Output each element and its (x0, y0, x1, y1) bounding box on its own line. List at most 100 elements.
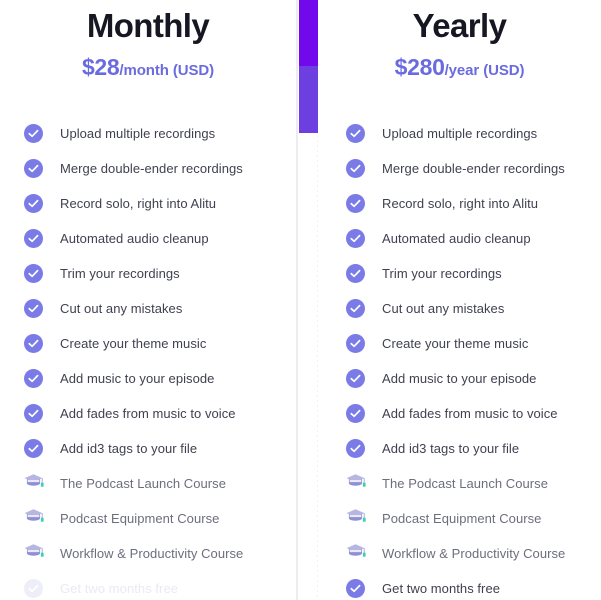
feature-label: Record solo, right into Alitu (382, 196, 539, 211)
feature-label: The Podcast Launch Course (382, 476, 549, 491)
feature-label: Create your theme music (60, 336, 207, 351)
graduation-cap-icon (23, 542, 44, 565)
plan-title-yearly: Yearly (412, 7, 507, 44)
feature-icon-slot (22, 508, 44, 530)
feature-row: Add fades from music to voice (22, 396, 296, 431)
feature-icon-slot (22, 298, 44, 320)
feature-label: Merge double-ender recordings (382, 161, 565, 176)
feature-label: Get two months free (60, 581, 179, 596)
feature-label: Add id3 tags to your file (60, 441, 198, 456)
plan-price-amount-monthly: $28 (81, 54, 120, 80)
feature-icon-slot (344, 508, 366, 530)
feature-row: Merge double-ender recordings (344, 151, 601, 186)
feature-icon-slot (22, 543, 44, 565)
check-circle-icon (345, 369, 365, 388)
feature-label: Trim your recordings (60, 266, 180, 281)
feature-icon-slot (22, 403, 44, 425)
plan-price-period-monthly: /month (USD) (119, 62, 215, 79)
feature-row: Merge double-ender recordings (22, 151, 296, 186)
feature-label: Add fades from music to voice (382, 406, 558, 421)
feature-row: Add music to your episode (22, 361, 296, 396)
check-circle-icon (23, 124, 43, 143)
plan-header-yearly: Yearly $280/year (USD) (318, 0, 601, 84)
check-circle-icon (345, 299, 365, 318)
check-circle-icon (345, 439, 365, 458)
check-circle-icon (345, 404, 365, 423)
feature-label: Cut out any mistakes (60, 301, 183, 316)
feature-row: Get two months free (22, 571, 296, 600)
feature-label: Trim your recordings (382, 266, 502, 281)
feature-icon-slot (344, 123, 366, 145)
scrollbar-thumb-upper[interactable] (299, 0, 318, 66)
feature-label: Add music to your episode (60, 371, 215, 386)
feature-row: Trim your recordings (22, 256, 296, 291)
feature-list-yearly: Upload multiple recordings Merge double-e… (318, 116, 601, 600)
check-circle-icon (345, 159, 365, 178)
feature-icon-slot (22, 158, 44, 180)
feature-row: Record solo, right into Alitu (22, 186, 296, 221)
feature-row: Podcast Equipment Course (344, 501, 601, 536)
feature-label: Podcast Equipment Course (60, 511, 220, 526)
graduation-cap-icon (23, 507, 44, 530)
graduation-cap-icon (23, 472, 44, 495)
feature-icon-slot (344, 193, 366, 215)
feature-row: Podcast Equipment Course (22, 501, 296, 536)
column-divider (296, 0, 298, 600)
feature-row: Add fades from music to voice (344, 396, 601, 431)
check-circle-icon (345, 229, 365, 248)
check-circle-icon (23, 369, 43, 388)
feature-label: Add fades from music to voice (60, 406, 236, 421)
feature-icon-slot (22, 578, 44, 600)
feature-icon-slot (344, 298, 366, 320)
feature-row: Add music to your episode (344, 361, 601, 396)
feature-icon-slot (22, 263, 44, 285)
check-circle-icon (345, 194, 365, 213)
check-circle-icon (345, 334, 365, 353)
feature-icon-slot (22, 123, 44, 145)
check-circle-icon (345, 124, 365, 143)
graduation-cap-icon (345, 472, 366, 495)
feature-label: Get two months free (382, 581, 501, 596)
feature-label: Upload multiple recordings (60, 126, 216, 141)
feature-icon-slot (344, 263, 366, 285)
plan-title-monthly: Monthly (86, 7, 210, 44)
plan-price-yearly: $280/year (USD) (318, 54, 601, 84)
feature-icon-slot (344, 333, 366, 355)
plan-price-period-yearly: /year (USD) (444, 62, 525, 79)
check-circle-icon (23, 334, 43, 353)
plan-column-monthly: Monthly $28/month (USD) Upload multiple … (0, 0, 296, 600)
check-circle-icon (23, 194, 43, 213)
scrollbar-thumb-lower[interactable] (299, 66, 318, 133)
feature-icon-slot (344, 578, 366, 600)
feature-icon-slot (344, 368, 366, 390)
feature-icon-slot (22, 438, 44, 460)
feature-row: Workflow & Productivity Course (22, 536, 296, 571)
feature-row: Cut out any mistakes (22, 291, 296, 326)
feature-row: Trim your recordings (344, 256, 601, 291)
check-circle-icon (23, 299, 43, 318)
check-circle-icon (23, 439, 43, 458)
feature-row: Create your theme music (22, 326, 296, 361)
plan-price-amount-yearly: $280 (394, 54, 445, 80)
check-circle-icon (23, 159, 43, 178)
feature-row: Record solo, right into Alitu (344, 186, 601, 221)
graduation-cap-icon (345, 507, 366, 530)
feature-icon-slot (344, 438, 366, 460)
feature-row: Cut out any mistakes (344, 291, 601, 326)
feature-label: Upload multiple recordings (382, 126, 538, 141)
check-circle-icon (23, 264, 43, 283)
feature-label: Merge double-ender recordings (60, 161, 243, 176)
check-circle-icon (23, 579, 43, 598)
feature-row: Automated audio cleanup (22, 221, 296, 256)
graduation-cap-icon (345, 542, 366, 565)
check-circle-icon (345, 264, 365, 283)
feature-row: Add id3 tags to your file (22, 431, 296, 466)
feature-label: Cut out any mistakes (382, 301, 505, 316)
feature-label: Record solo, right into Alitu (60, 196, 217, 211)
feature-icon-slot (344, 543, 366, 565)
feature-icon-slot (22, 193, 44, 215)
check-circle-icon (345, 579, 365, 598)
feature-icon-slot (22, 473, 44, 495)
pricing-comparison: Monthly $28/month (USD) Upload multiple … (0, 0, 601, 600)
feature-icon-slot (22, 333, 44, 355)
